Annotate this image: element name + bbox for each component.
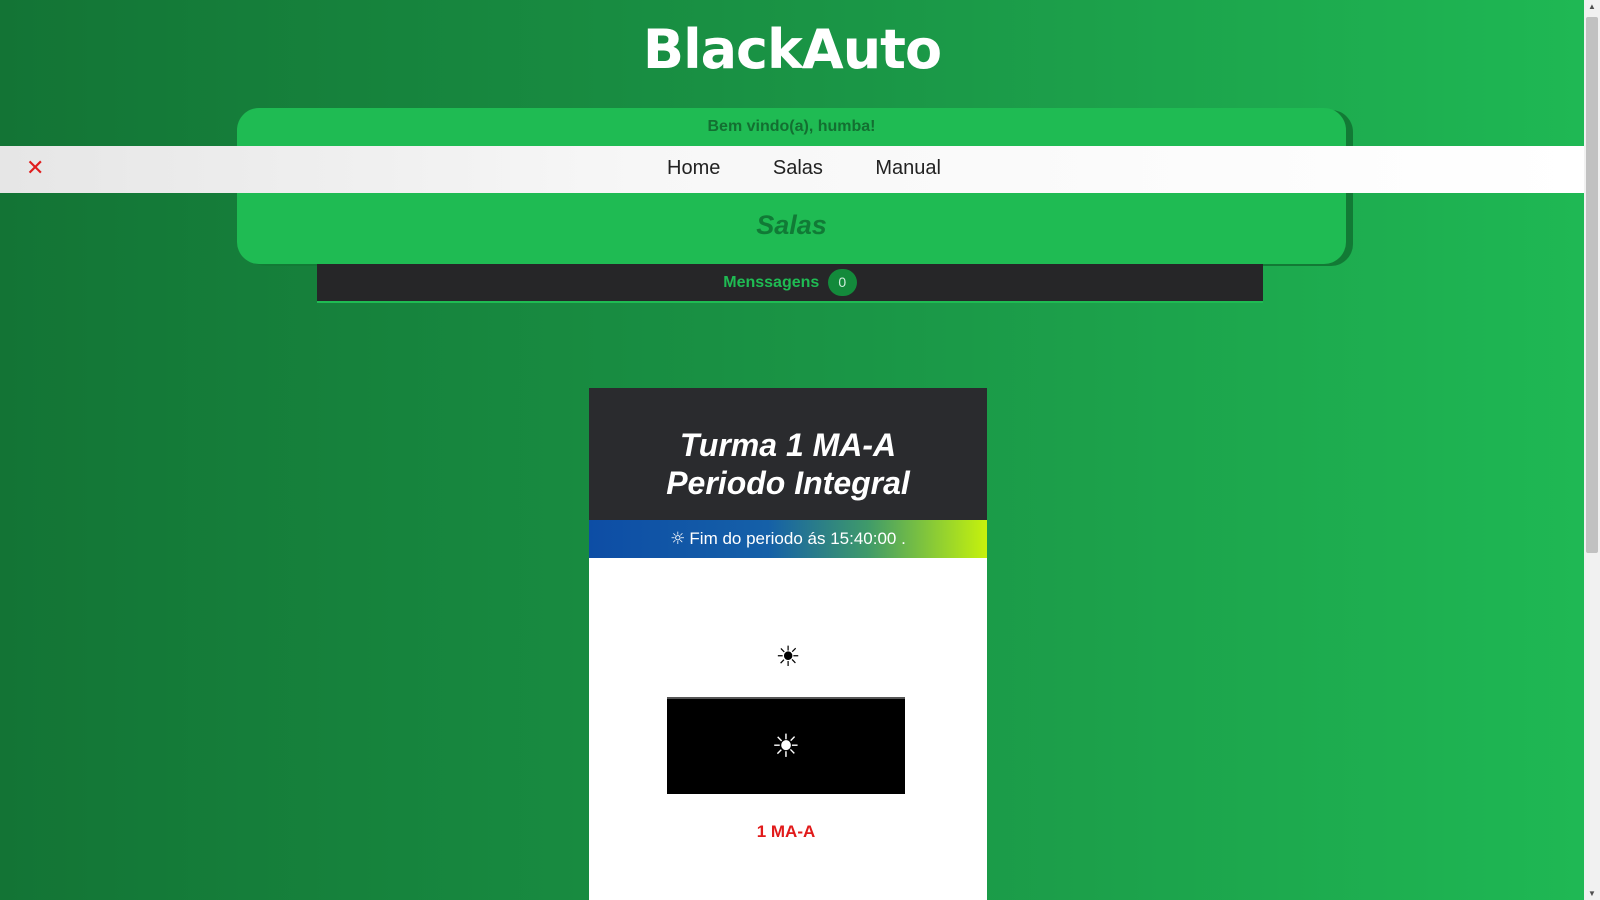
page-title: Salas — [756, 210, 827, 240]
nav-item-salas[interactable]: Salas — [773, 157, 823, 180]
nav-links: Home Salas Manual — [0, 157, 1584, 180]
brand-logo: BlackAuto — [642, 18, 942, 81]
welcome-greeting: Bem vindo(a), humba! — [707, 118, 876, 135]
sun-outline-icon: ☼ — [670, 529, 686, 549]
nav-item-manual[interactable]: Manual — [875, 157, 941, 180]
sun-icon: ☀ — [775, 640, 801, 673]
class-image-box: ☀ — [667, 697, 905, 794]
class-period-title: Periodo Integral — [666, 465, 910, 501]
class-code[interactable]: 1 MA-A — [589, 822, 983, 842]
nav-item-home[interactable]: Home — [667, 157, 720, 180]
scroll-up-icon[interactable]: ▲ — [1584, 2, 1600, 11]
class-card[interactable]: Turma 1 MA-A Periodo Integral ☼ Fim do pe… — [589, 388, 987, 900]
period-end-text: Fim do periodo ás 15:40:00 . — [689, 529, 906, 548]
page-scrollbar[interactable]: ▲ ▼ — [1584, 0, 1600, 900]
class-card-header: Turma 1 MA-A Periodo Integral — [589, 388, 987, 520]
messages-count-badge: 0 — [827, 269, 857, 296]
top-navbar: ✕ Home Salas Manual — [0, 146, 1584, 193]
scroll-down-icon[interactable]: ▼ — [1584, 889, 1600, 898]
scrollbar-thumb[interactable] — [1586, 17, 1598, 553]
sun-icon: ☀ — [771, 727, 801, 765]
period-end-strip: ☼ Fim do periodo ás 15:40:00 . — [589, 520, 987, 558]
class-title: Turma 1 MA-A — [679, 427, 897, 463]
messages-bar: Menssagens 0 — [317, 264, 1263, 303]
messages-link[interactable]: Menssagens — [723, 274, 819, 291]
